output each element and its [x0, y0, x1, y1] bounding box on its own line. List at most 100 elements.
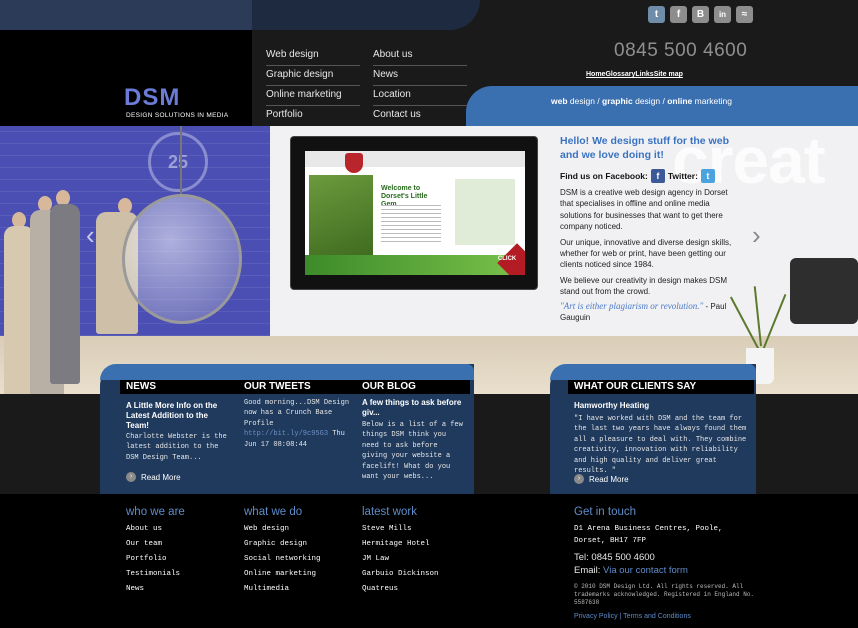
services-tagline: web design / graphic design / online mar…	[551, 96, 732, 106]
footer-link-testimonials[interactable]: Testimonials	[126, 570, 180, 578]
nav-online-marketing[interactable]: Online marketing	[266, 86, 360, 106]
blog-title[interactable]: A few things to ask before giv...	[362, 398, 466, 418]
footer-link-social-networking[interactable]: Social networking	[244, 555, 321, 563]
footer-link-our-team[interactable]: Our team	[126, 540, 162, 548]
news-title[interactable]: A Little More Info on the Latest Additio…	[126, 401, 228, 431]
contact-form-link[interactable]: Via our contact form	[603, 565, 688, 576]
blog-body: Below is a list of a few things DSM thin…	[362, 421, 463, 482]
footer-link-news[interactable]: News	[126, 585, 144, 593]
header-tab-accent	[0, 0, 252, 30]
get-in-touch-heading: Get in touch	[574, 506, 637, 518]
who-we-are-heading: who we are	[126, 506, 185, 518]
tagline-graphic: graphic	[602, 96, 633, 106]
clients-read-more[interactable]: › Read More	[574, 474, 629, 484]
quote-text: "Art is either plagiarism or revolution.…	[560, 300, 704, 311]
click-me-badge[interactable]: CLICK ME	[497, 243, 525, 275]
facebook-icon[interactable]: f	[650, 169, 665, 183]
email-row: Email: Via our contact form	[574, 565, 688, 576]
nav-news[interactable]: News	[373, 66, 467, 86]
chair-cord	[180, 126, 182, 196]
email-label: Email:	[574, 565, 604, 576]
footer-link-garbuio-dickinson[interactable]: Garbuio Dickinson	[362, 570, 439, 578]
news-read-more[interactable]: › Read More	[126, 472, 181, 482]
footer-link-quatreus[interactable]: Quatreus	[362, 585, 398, 593]
twitter-icon[interactable]: t	[700, 169, 715, 183]
anniversary-badge: 25	[148, 132, 208, 192]
nav-portfolio[interactable]: Portfolio	[266, 106, 360, 126]
tagline-sep-3: marketing	[692, 96, 732, 106]
read-more-icon: ›	[574, 474, 584, 484]
screen-swoosh	[305, 255, 525, 275]
intro-paragraph: DSM is a creative web design agency in D…	[560, 188, 728, 232]
nav-web-design[interactable]: Web design	[266, 46, 360, 66]
tweet-link[interactable]: http://bit.ly/9c95G3	[244, 430, 328, 438]
testimonial-panel-tab	[550, 364, 756, 380]
tagline-online: online	[667, 96, 693, 106]
footer-link-multimedia[interactable]: Multimedia	[244, 585, 289, 593]
footer-link-portfolio[interactable]: Portfolio	[126, 555, 167, 563]
logo-tagline: DESIGN SOLUTIONS IN MEDIA	[126, 112, 229, 119]
legal-links[interactable]: Privacy Policy | Terms and Conditions	[574, 613, 691, 620]
intro-heading: Hello! We design stuff for the web and w…	[560, 135, 729, 161]
client-quote: "I have worked with DSM and the team for…	[574, 415, 747, 476]
news-heading: NEWS	[120, 380, 238, 394]
intro-paragraph: Our unique, innovative and diverse desig…	[560, 237, 732, 270]
tweet-body: Good morning...DSM Design now has a Crun…	[244, 398, 352, 450]
tweet-text: Good morning...DSM Design now has a Crun…	[244, 399, 350, 428]
blog-heading: OUR BLOG	[356, 380, 470, 394]
logo-wordmark: DSM	[124, 84, 181, 111]
bubble-chair	[122, 194, 242, 324]
nav-about-us[interactable]: About us	[373, 46, 467, 66]
screen-sidebar	[455, 179, 515, 245]
slider-next-icon[interactable]: ›	[752, 220, 761, 251]
nav-graphic-design[interactable]: Graphic design	[266, 66, 360, 86]
monitor-screen: Welcome to Dorset's Little Gem CLICK ME	[305, 151, 525, 275]
footer-link-web-design[interactable]: Web design	[244, 525, 289, 533]
screen-body-lines	[381, 205, 441, 245]
read-more-label: Read More	[141, 472, 181, 482]
linkedin-icon[interactable]: in	[714, 6, 731, 23]
facebook-icon[interactable]: f	[670, 6, 687, 23]
read-more-icon: ›	[126, 472, 136, 482]
find-us-row: Find us on Facebook: f Twitter: t	[560, 169, 736, 183]
footer-link-jm-law[interactable]: JM Law	[362, 555, 389, 563]
utility-links[interactable]: HomeGlossaryLinksSite map	[586, 71, 683, 78]
latest-work-heading: latest work	[362, 506, 417, 518]
rss-icon[interactable]: ≈	[736, 6, 753, 23]
click-me-label: CLICK ME	[497, 255, 517, 262]
tagline-tab	[466, 86, 858, 126]
twitter-icon[interactable]: t	[648, 6, 665, 23]
screen-nav	[305, 151, 525, 167]
nav-location[interactable]: Location	[373, 86, 467, 106]
tagline-sep-2: design /	[632, 96, 668, 106]
utility-links-text[interactable]: HomeGlossaryLinksSite map	[586, 71, 683, 78]
footer-link-about-us[interactable]: About us	[126, 525, 162, 533]
sofa	[790, 258, 858, 324]
blogger-icon[interactable]: B	[692, 6, 709, 23]
footer-link-hermitage-hotel[interactable]: Hermitage Hotel	[362, 540, 430, 548]
footer-link-online-marketing[interactable]: Online marketing	[244, 570, 316, 578]
gauguin-quote: "Art is either plagiarism or revolution.…	[560, 301, 736, 323]
find-us-label: Find us on Facebook:	[560, 171, 648, 181]
intro-paragraph: We believe our creativity in design make…	[560, 275, 728, 297]
person-figure	[50, 204, 80, 384]
logo[interactable]: DSM	[124, 84, 180, 112]
portfolio-monitor[interactable]: Welcome to Dorset's Little Gem CLICK ME	[290, 136, 538, 290]
slider-prev-icon[interactable]: ‹	[86, 220, 95, 251]
address: D1 Arena Business Centres, Poole, Dorset…	[574, 525, 723, 545]
news-panel-tab	[100, 364, 474, 380]
intro-text: Hello! We design stuff for the web and w…	[560, 134, 736, 330]
copyright: © 2010 DSM Design Ltd. All rights reserv…	[574, 583, 755, 607]
read-more-label: Read More	[589, 474, 629, 484]
tagline-sep-1: design /	[567, 96, 603, 106]
hero-slider: 25 creat ‹ › Welcome to Dorset's Little …	[0, 126, 858, 394]
tagline-web: web	[551, 96, 568, 106]
news-body: Charlotte Webster is the latest addition…	[126, 433, 227, 462]
twitter-label: Twitter:	[667, 171, 698, 181]
footer-link-steve-mills[interactable]: Steve Mills	[362, 525, 412, 533]
nav-contact-us[interactable]: Contact us	[373, 106, 467, 126]
client-name: Hamworthy Heating	[574, 401, 650, 410]
phone-number: 0845 500 4600	[614, 40, 748, 61]
footer-link-graphic-design[interactable]: Graphic design	[244, 540, 307, 548]
screen-crest-icon	[345, 153, 363, 173]
